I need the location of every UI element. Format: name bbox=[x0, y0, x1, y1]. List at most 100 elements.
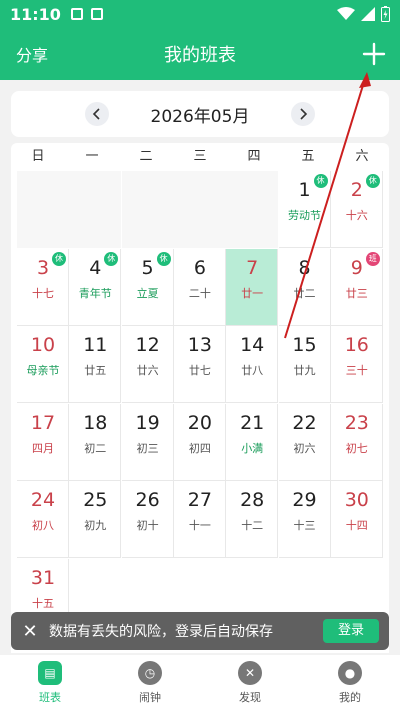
lunar-label: 初四 bbox=[188, 441, 211, 455]
day-cell[interactable]: 8 廿二 bbox=[278, 248, 331, 326]
day-cell[interactable]: 22 初六 bbox=[278, 403, 331, 481]
lunar-label: 廿三 bbox=[345, 286, 368, 300]
tab-clock[interactable]: ◷ 闹钟 bbox=[100, 655, 200, 711]
day-number: 29 bbox=[292, 489, 317, 511]
lunar-label: 廿九 bbox=[293, 364, 316, 377]
login-button[interactable]: 登录 bbox=[323, 619, 379, 643]
day-number: 30 bbox=[344, 489, 369, 511]
prev-month-button[interactable] bbox=[84, 102, 109, 126]
current-month[interactable]: 2026年05月 bbox=[151, 102, 250, 127]
day-cell[interactable]: 23 初七 bbox=[330, 403, 383, 481]
clock-icon: ◷ bbox=[138, 661, 162, 685]
day-cell[interactable]: 21 小满 bbox=[226, 403, 279, 481]
day-number: 12 bbox=[135, 334, 160, 356]
lunar-label: 十六 bbox=[345, 209, 368, 222]
day-number: 23 bbox=[344, 411, 369, 434]
tab-label: 我的 bbox=[339, 691, 361, 704]
day-number: 8 bbox=[298, 256, 311, 279]
day-cell[interactable]: 28 十二 bbox=[226, 481, 279, 558]
battery-icon bbox=[381, 6, 390, 22]
lunar-label: 廿八 bbox=[241, 364, 264, 377]
day-cell[interactable]: 4 青年节休 bbox=[69, 248, 122, 326]
day-cell[interactable]: 6 二十 bbox=[173, 248, 226, 326]
empty-cell bbox=[69, 171, 122, 248]
lunar-label: 母亲节 bbox=[26, 364, 60, 377]
day-cell[interactable]: 25 初九 bbox=[69, 481, 122, 558]
day-cell[interactable]: 18 初二 bbox=[69, 403, 122, 481]
day-cell[interactable]: 7 廿一 bbox=[226, 248, 279, 326]
day-cell[interactable]: 9 廿三班 bbox=[330, 248, 383, 326]
day-cell[interactable]: 10 母亲节 bbox=[17, 326, 69, 403]
day-number: 14 bbox=[240, 334, 265, 356]
close-icon[interactable]: ✕ bbox=[11, 621, 49, 642]
day-number: 7 bbox=[246, 256, 259, 279]
lunar-label: 初二 bbox=[84, 441, 107, 455]
day-cell[interactable]: 17 四月 bbox=[17, 403, 69, 481]
day-cell[interactable]: 24 初八 bbox=[17, 481, 69, 558]
day-cell[interactable]: 14 廿八 bbox=[226, 326, 279, 403]
page-title: 我的班表 bbox=[164, 45, 236, 66]
day-cell[interactable]: 15 廿九 bbox=[278, 326, 331, 403]
next-month-button[interactable] bbox=[291, 102, 316, 126]
status-bar: 11:10 bbox=[0, 0, 400, 28]
day-number: 15 bbox=[292, 334, 317, 356]
day-cell[interactable]: 26 初十 bbox=[121, 481, 174, 558]
lunar-label: 廿二 bbox=[293, 286, 316, 300]
calendar-icon: ▤ bbox=[38, 661, 62, 685]
day-cell[interactable]: 12 廿六 bbox=[121, 326, 174, 403]
lunar-label: 青年节 bbox=[78, 286, 112, 300]
lunar-label: 十一 bbox=[188, 519, 211, 532]
snackbar-message: 数据有丢失的风险，登录后自动保存 bbox=[49, 624, 273, 640]
day-cell[interactable]: 29 十三 bbox=[278, 481, 331, 558]
tab-discover[interactable]: ✕ 发现 bbox=[200, 655, 300, 711]
lunar-label: 劳动节 bbox=[288, 209, 321, 222]
rest-badge: 休 bbox=[104, 251, 119, 266]
day-cell[interactable]: 3 十七休 bbox=[17, 248, 69, 326]
tab-calendar[interactable]: ▤ 班表 bbox=[0, 655, 100, 711]
rest-badge: 休 bbox=[313, 174, 328, 188]
add-icon[interactable] bbox=[358, 38, 390, 70]
day-number: 27 bbox=[187, 489, 212, 511]
day-number: 16 bbox=[344, 334, 369, 356]
share-button[interactable]: 分享 bbox=[16, 42, 48, 66]
lunar-label: 初十 bbox=[136, 519, 159, 532]
day-cell[interactable]: 19 初三 bbox=[121, 403, 174, 481]
day-cell[interactable]: 27 十一 bbox=[173, 481, 226, 558]
day-number: 31 bbox=[30, 566, 56, 589]
empty-cell bbox=[173, 171, 226, 248]
lunar-label: 十二 bbox=[241, 519, 264, 532]
day-cell[interactable]: 30 十四 bbox=[330, 481, 383, 558]
app-notification-icon bbox=[90, 8, 103, 20]
day-number: 18 bbox=[83, 411, 108, 434]
app-bar: 分享 我的班表 bbox=[0, 28, 400, 80]
day-number: 13 bbox=[187, 334, 212, 356]
lunar-label: 立夏 bbox=[136, 286, 159, 300]
lunar-label: 小满 bbox=[241, 441, 264, 455]
weekday-label: 三 bbox=[193, 149, 207, 164]
empty-cell bbox=[121, 171, 174, 248]
lunar-label: 十五 bbox=[32, 596, 54, 610]
day-cell[interactable]: 16 三十 bbox=[330, 326, 383, 403]
day-cell[interactable]: 11 廿五 bbox=[69, 326, 122, 403]
day-cell[interactable]: 13 廿七 bbox=[173, 326, 226, 403]
weekday-label: 四 bbox=[247, 149, 261, 164]
tab-profile[interactable]: ● 我的 bbox=[300, 655, 400, 711]
day-cell[interactable]: 20 初四 bbox=[173, 403, 226, 481]
profile-icon: ● bbox=[338, 661, 362, 685]
weekday-label: 六 bbox=[355, 149, 369, 164]
empty-cell bbox=[226, 171, 279, 248]
day-number: 21 bbox=[240, 411, 265, 434]
day-cell[interactable]: 1 劳动节休 bbox=[278, 171, 331, 248]
chevron-right-icon bbox=[300, 108, 308, 120]
weekday-header: 日一二三四五六 bbox=[11, 143, 389, 171]
bottom-tab-bar: ▤ 班表 ◷ 闹钟 ✕ 发现 ● 我的 bbox=[0, 655, 400, 711]
workday-badge: 班 bbox=[365, 251, 380, 266]
lunar-label: 廿一 bbox=[241, 286, 264, 300]
lunar-label: 初六 bbox=[293, 441, 316, 455]
day-number: 20 bbox=[187, 411, 212, 434]
month-navigator: 2026年05月 bbox=[11, 91, 389, 137]
day-number: 28 bbox=[240, 489, 265, 511]
lunar-label: 三十 bbox=[345, 364, 368, 377]
day-cell[interactable]: 2 十六休 bbox=[330, 171, 383, 248]
day-cell[interactable]: 5 立夏休 bbox=[121, 248, 174, 326]
